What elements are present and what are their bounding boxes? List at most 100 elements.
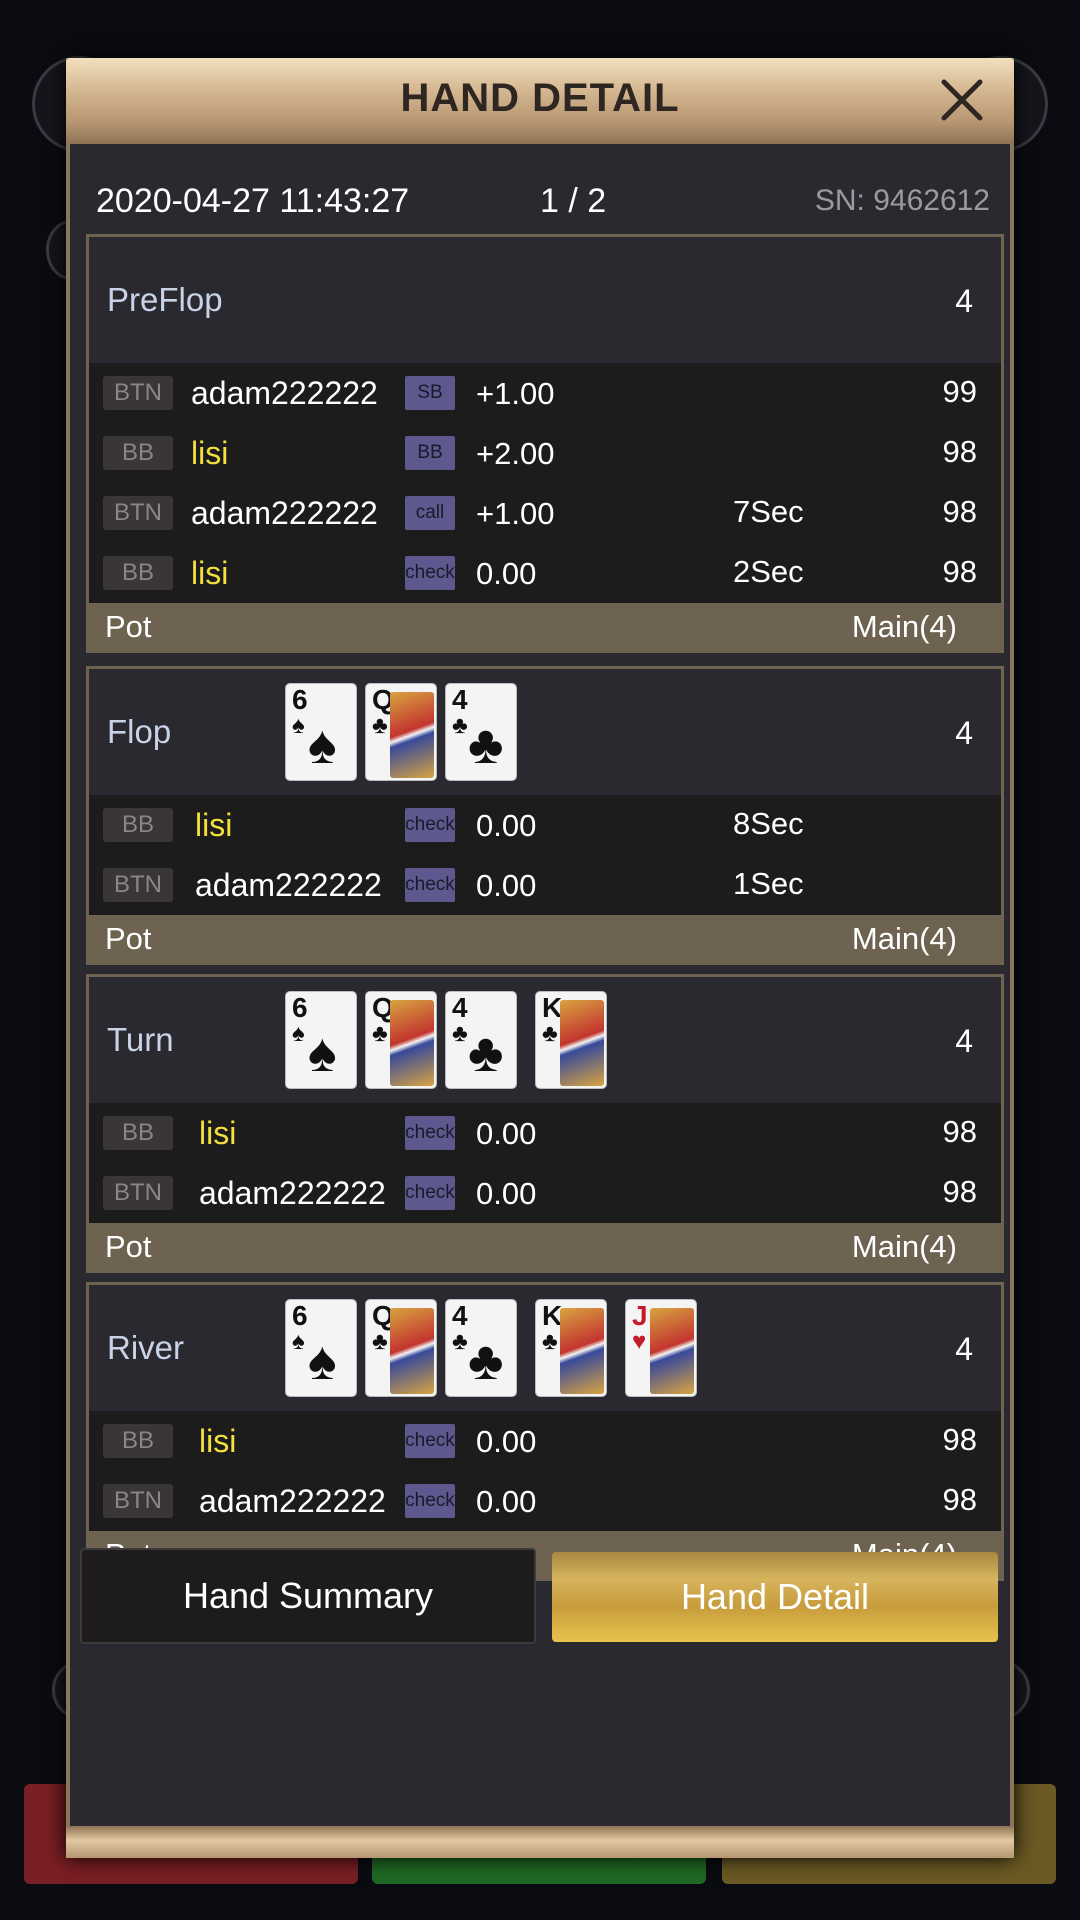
card-suit-large-icon: ♠	[308, 1331, 337, 1391]
face-card-art	[560, 1308, 604, 1394]
action-row: BTN adam222222 check 0.00 98	[89, 1163, 1001, 1223]
action-badge: check	[405, 556, 455, 590]
bet-amount: +1.00	[476, 496, 555, 531]
street-pot-count: 4	[955, 283, 973, 319]
action-time: 7Sec	[733, 494, 804, 529]
bet-amount: 0.00	[476, 556, 537, 591]
action-time: 1Sec	[733, 866, 804, 901]
playing-card: J ♥	[625, 1299, 697, 1397]
card-suit-icon: ♣	[542, 1328, 558, 1355]
player-name: lisi	[191, 555, 229, 591]
card-suit-icon: ♣	[372, 1020, 388, 1047]
modal-footer	[66, 1826, 1014, 1858]
pot-bar: Pot Main(4)	[89, 603, 1001, 650]
card-suit-icon: ♣	[542, 1020, 558, 1047]
player-name: lisi	[199, 1423, 237, 1459]
bet-amount: 0.00	[476, 1116, 537, 1151]
player-stack: 98	[942, 1482, 977, 1517]
player-name: adam222222	[191, 375, 378, 411]
hand-detail-modal: HAND DETAIL 2020-04-27 11:43:27 1 / 2 SN…	[66, 58, 1014, 1858]
street-header: Flop 6 ♠ ♠ Q ♣ 4 ♣ ♣ 4	[89, 669, 1001, 795]
card-suit-icon: ♣	[452, 1020, 468, 1047]
main-pot-value: Main(4)	[851, 921, 957, 956]
hand-summary-tab[interactable]: Hand Summary	[80, 1548, 536, 1644]
action-time: 8Sec	[733, 806, 804, 841]
modal-title: HAND DETAIL	[400, 76, 680, 120]
action-row: BTN adam222222 call +1.00 7Sec 98	[89, 483, 1001, 543]
pot-bar: Pot Main(4)	[89, 1223, 1001, 1270]
card-suit-icon: ♠	[292, 1020, 305, 1047]
street-name: River	[107, 1329, 185, 1366]
card-suit-icon: ♠	[292, 712, 305, 739]
position-badge: BTN	[103, 496, 173, 530]
hand-actions-list[interactable]: PreFlop 4 BTN adam222222 SB +1.00 99 BB lisi BB +2…	[86, 234, 1004, 1598]
bet-amount: +2.00	[476, 436, 555, 471]
position-badge: BB	[103, 436, 173, 470]
main-pot-value: Main(4)	[851, 609, 957, 644]
card-suit-large-icon: ♠	[308, 715, 337, 775]
bet-amount: 0.00	[476, 868, 537, 903]
card-suit-large-icon: ♣	[468, 1023, 504, 1083]
playing-card: Q ♣	[365, 991, 437, 1089]
card-suit-icon: ♣	[452, 1328, 468, 1355]
playing-card: 6 ♠ ♠	[285, 991, 357, 1089]
close-icon	[941, 79, 983, 121]
action-row: BTN adam222222 SB +1.00 99	[89, 363, 1001, 423]
action-badge: check	[405, 1424, 455, 1458]
player-stack: 99	[942, 374, 977, 409]
bet-amount: 0.00	[476, 1424, 537, 1459]
pot-label: Pot	[105, 921, 152, 956]
playing-card: Q ♣	[365, 683, 437, 781]
player-name: adam222222	[191, 495, 378, 531]
player-stack: 98	[942, 1422, 977, 1457]
playing-card: K ♣	[535, 991, 607, 1089]
position-badge: BB	[103, 808, 173, 842]
face-card-art	[390, 1000, 434, 1086]
action-row: BTN adam222222 check 0.00 98	[89, 1471, 1001, 1531]
serial-number: SN: 9462612	[814, 184, 990, 217]
position-badge: BTN	[103, 1484, 173, 1518]
hand-date: 2020-04-27 11:43:27	[96, 182, 410, 220]
playing-card: 4 ♣ ♣	[445, 1299, 517, 1397]
action-badge: check	[405, 1176, 455, 1210]
pot-bar: Pot Main(4)	[89, 915, 1001, 962]
street-header: PreFlop 4	[89, 237, 1001, 363]
action-row: BB lisi check 0.00 98	[89, 1411, 1001, 1471]
player-name: lisi	[191, 435, 229, 471]
hand-detail-tab[interactable]: Hand Detail	[552, 1552, 998, 1642]
face-card-art	[560, 1000, 604, 1086]
card-suit-large-icon: ♣	[468, 715, 504, 775]
player-stack: 98	[942, 554, 977, 589]
action-row: BB lisi check 0.00 98	[89, 1103, 1001, 1163]
card-suit-icon: ♠	[292, 1328, 305, 1355]
page-indicator: 1 / 2	[540, 182, 607, 220]
action-time: 2Sec	[733, 554, 804, 589]
playing-card: K ♣	[535, 1299, 607, 1397]
player-name: adam222222	[199, 1175, 386, 1211]
card-suit-large-icon: ♣	[468, 1331, 504, 1391]
action-row: BB lisi check 0.00 2Sec 98	[89, 543, 1001, 603]
bet-amount: +1.00	[476, 376, 555, 411]
street-header: Turn 6 ♠ ♠ Q ♣ 4 ♣ ♣ K ♣ 4	[89, 977, 1001, 1103]
player-stack: 98	[942, 1174, 977, 1209]
close-button[interactable]	[932, 70, 992, 130]
action-badge: check	[405, 808, 455, 842]
player-name: lisi	[195, 807, 233, 843]
modal-header: HAND DETAIL	[66, 58, 1014, 144]
card-suit-large-icon: ♠	[308, 1023, 337, 1083]
street-pot-count: 4	[955, 715, 973, 751]
street-header: River 6 ♠ ♠ Q ♣ 4 ♣ ♣ K ♣ J ♥ 4	[89, 1285, 1001, 1411]
street-name: Flop	[107, 713, 172, 750]
position-badge: BB	[103, 1424, 173, 1458]
action-badge: check	[405, 1484, 455, 1518]
face-card-art	[650, 1308, 694, 1394]
playing-card: 4 ♣ ♣	[445, 683, 517, 781]
player-stack: 98	[942, 434, 977, 469]
player-name: adam222222	[199, 1483, 386, 1519]
main-pot-value: Main(4)	[851, 1229, 957, 1264]
street-section-preflop: PreFlop 4 BTN adam222222 SB +1.00 99 BB lisi BB +2…	[86, 234, 1004, 653]
street-section-flop: Flop 6 ♠ ♠ Q ♣ 4 ♣ ♣ 4 BB lisi check 0.00 8Sec BTN adam2…	[86, 666, 1004, 965]
playing-card: 6 ♠ ♠	[285, 683, 357, 781]
position-badge: BB	[103, 556, 173, 590]
action-badge: SB	[405, 376, 455, 410]
